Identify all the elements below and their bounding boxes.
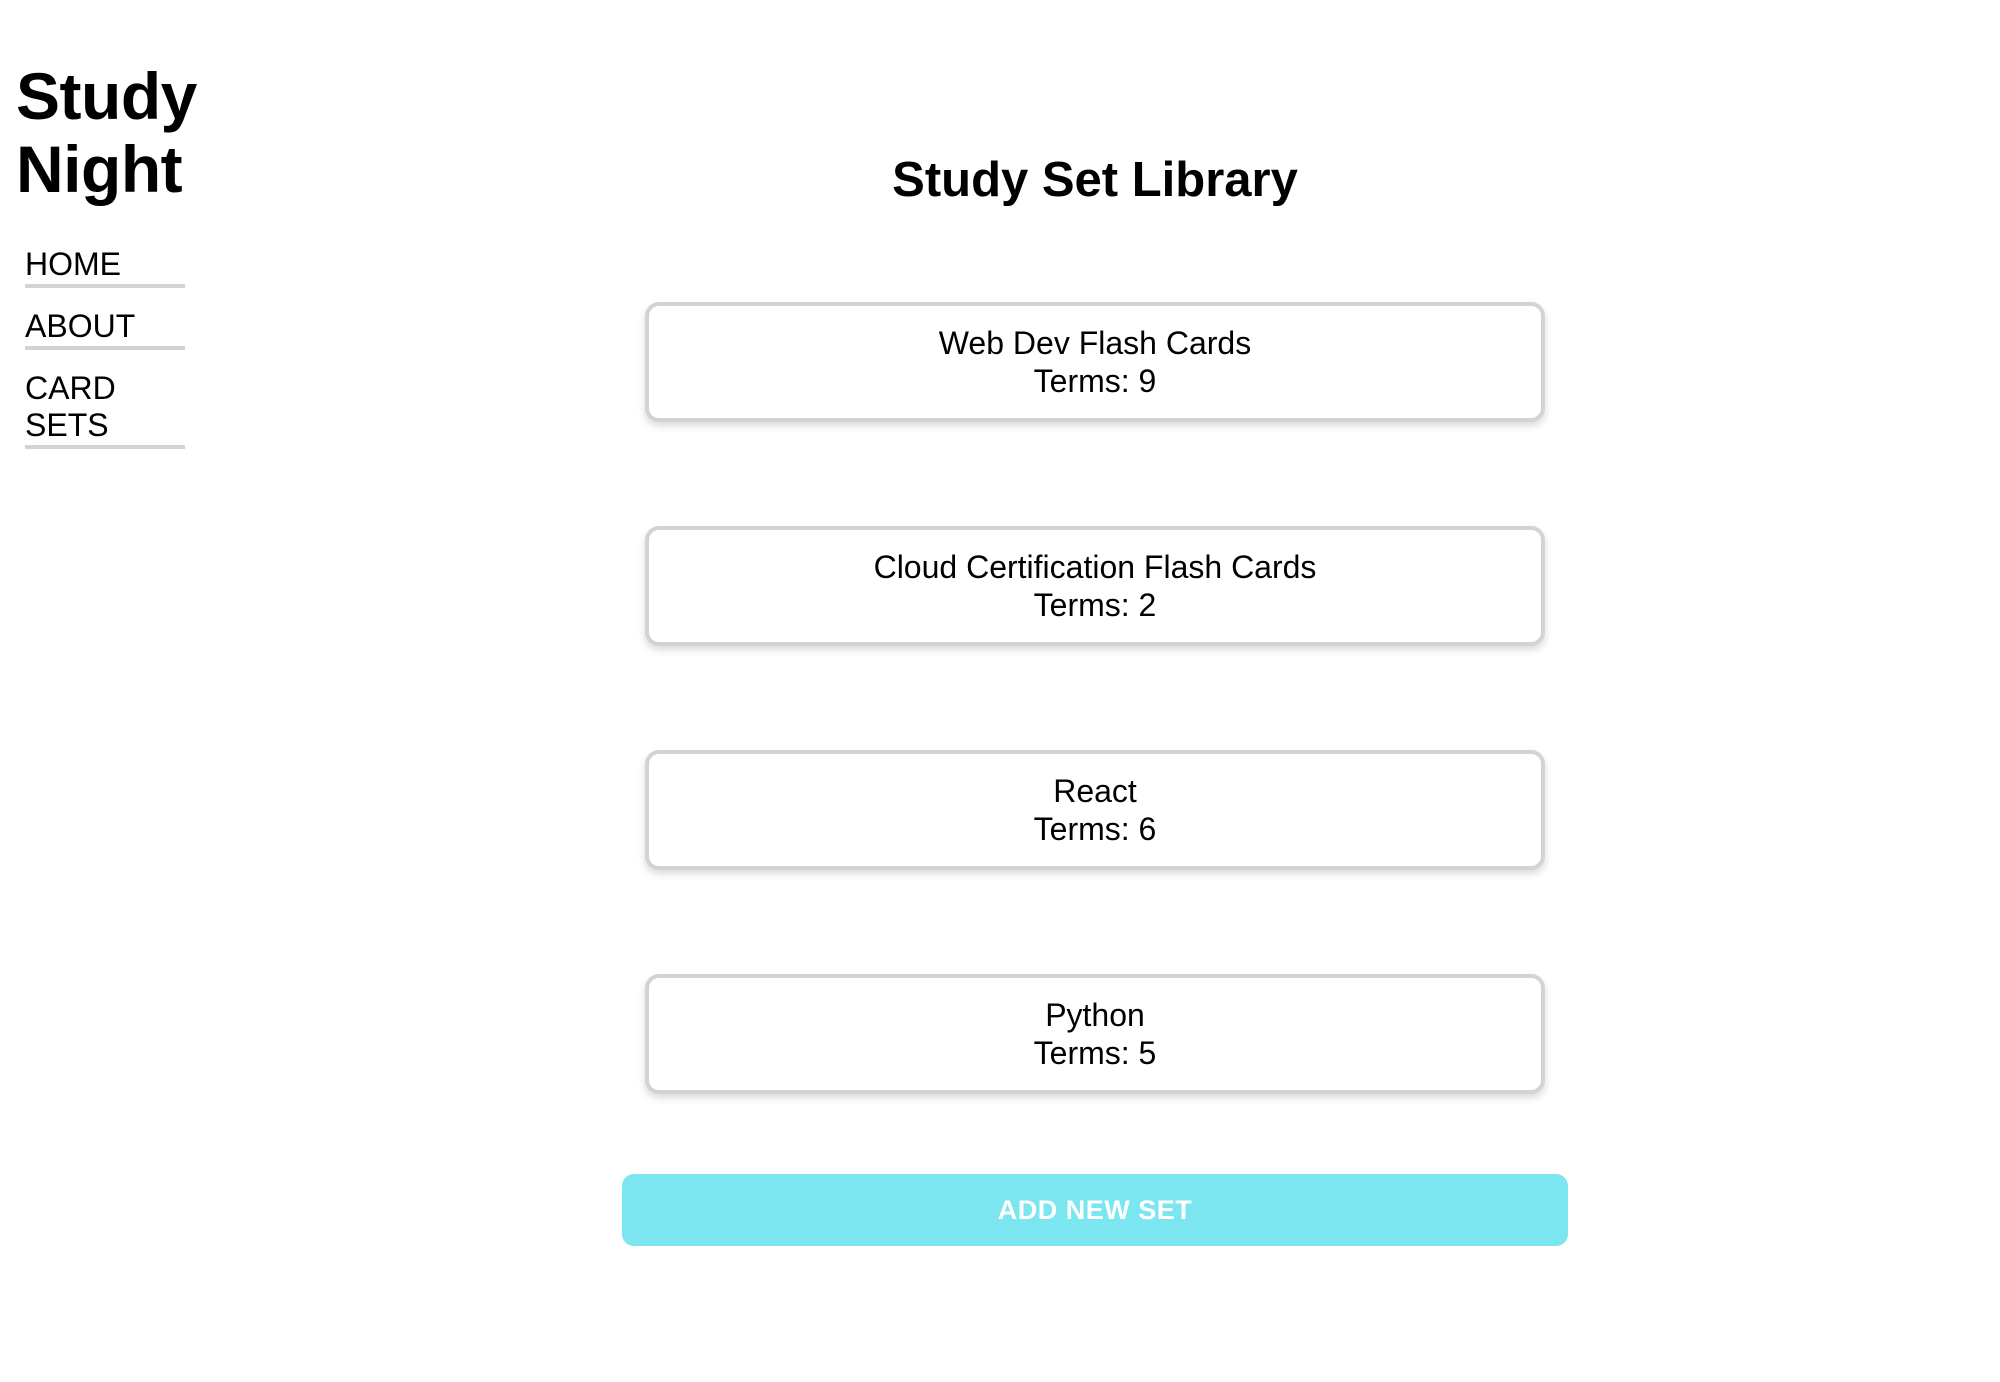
set-name: React (1053, 773, 1137, 809)
study-set-card[interactable]: React Terms: 6 (645, 750, 1545, 870)
set-name: Python (1045, 997, 1145, 1033)
nav-item-label: CARD SETS (25, 370, 116, 443)
study-set-card[interactable]: Cloud Certification Flash Cards Terms: 2 (645, 526, 1545, 646)
study-set-card[interactable]: Web Dev Flash Cards Terms: 9 (645, 302, 1545, 422)
main-nav: HOME ABOUT CARD SETS (25, 246, 185, 449)
study-set-list: Web Dev Flash Cards Terms: 9 Cloud Certi… (645, 302, 1545, 1198)
set-term-count: Terms: 6 (1033, 811, 1157, 847)
add-new-set-button[interactable]: ADD NEW SET (622, 1174, 1568, 1246)
set-name: Cloud Certification Flash Cards (873, 549, 1317, 585)
brand-line-1: Study (16, 59, 197, 133)
set-term-count: Terms: 9 (1033, 363, 1157, 399)
nav-item-label: HOME (25, 246, 121, 282)
page-title: Study Set Library (892, 153, 1298, 207)
nav-item-about[interactable]: ABOUT (25, 308, 185, 350)
nav-item-card-sets[interactable]: CARD SETS (25, 370, 185, 449)
sidebar: Study Night HOME ABOUT CARD SETS (16, 59, 197, 469)
study-set-card[interactable]: Python Terms: 5 (645, 974, 1545, 1094)
nav-item-home[interactable]: HOME (25, 246, 185, 288)
set-name: Web Dev Flash Cards (938, 325, 1252, 361)
set-term-count: Terms: 2 (1033, 587, 1157, 623)
nav-item-label: ABOUT (25, 308, 136, 344)
set-term-count: Terms: 5 (1033, 1035, 1157, 1071)
